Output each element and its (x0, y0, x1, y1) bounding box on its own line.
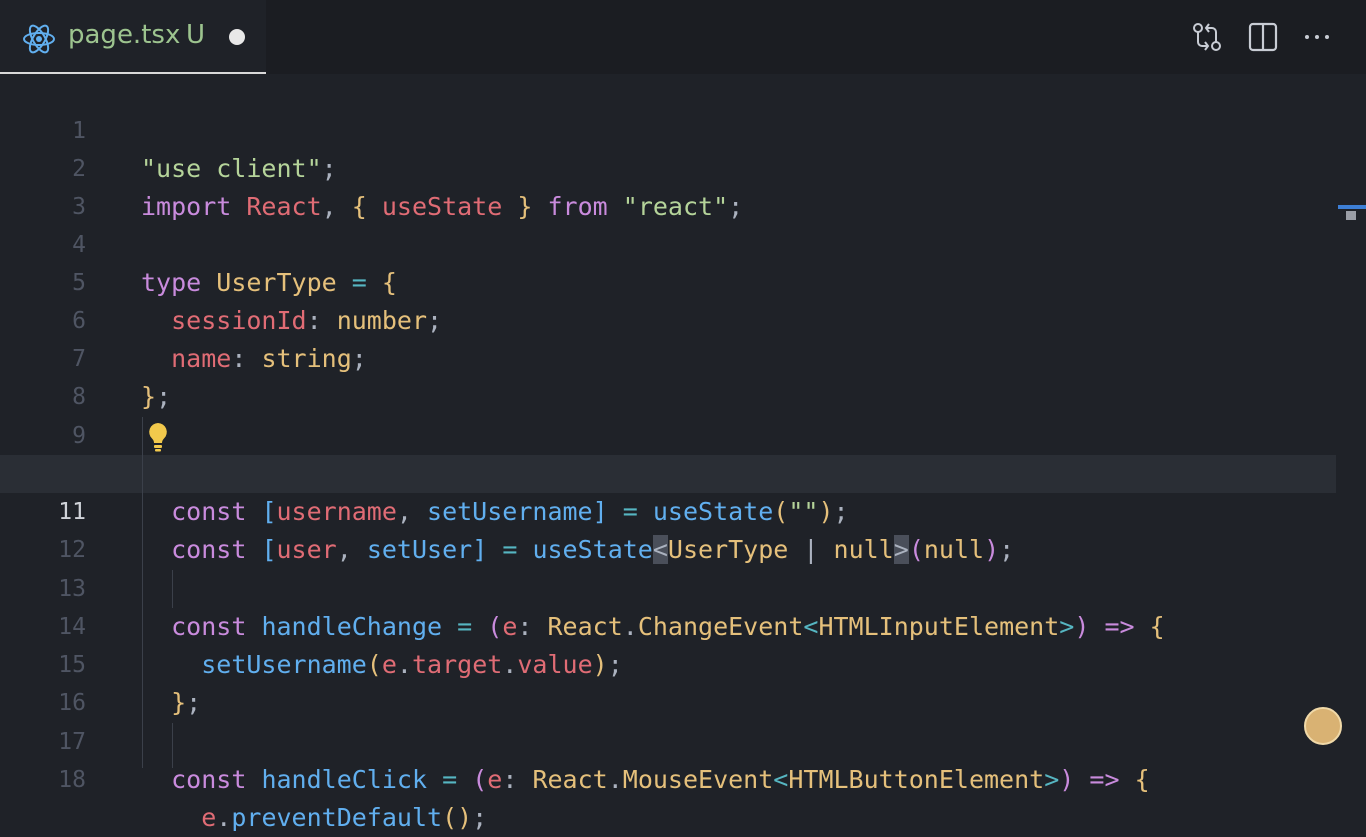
code-line[interactable]: 2 import React, { useState } from "react… (0, 112, 1336, 221)
code-line[interactable]: 16 (0, 646, 1336, 716)
vertical-scrollbar[interactable] (1336, 74, 1366, 768)
indent-guide (172, 723, 173, 768)
code-line[interactable]: 18 e.preventDefault(); (0, 723, 1336, 832)
code-line[interactable]: 17 const handleClick = (e: React.MouseEv… (0, 685, 1336, 794)
code-line[interactable]: 5 sessionId: number; (0, 226, 1336, 335)
code-line[interactable]: 6 name: string; (0, 264, 1336, 373)
line-number: 18 (58, 767, 86, 793)
scrollbar-slider[interactable] (1346, 211, 1356, 220)
code-line[interactable]: 1 "use client"; (0, 74, 1336, 183)
scrollbar-cursor-marker (1338, 205, 1366, 209)
indent-guide (172, 570, 173, 608)
tab-filename: page.tsx (68, 20, 181, 50)
code-line-current[interactable]: 11 const [user, setUser] = useState<User… (0, 455, 1336, 564)
code-text: const handleClick = (e: React.MouseEvent… (171, 765, 1150, 794)
lightbulb-icon[interactable] (146, 420, 170, 454)
more-actions-icon[interactable] (1300, 20, 1334, 54)
editor-tab-bar: page.tsx U (0, 0, 1366, 74)
code-line[interactable]: 8 (0, 340, 1336, 410)
git-status-badge: U (186, 20, 206, 50)
code-line[interactable]: 15 }; (0, 608, 1336, 717)
compare-changes-icon[interactable] (1190, 20, 1224, 54)
code-line[interactable]: 12 (0, 493, 1336, 563)
code-line[interactable]: 7 }; (0, 302, 1336, 411)
tab-page-tsx[interactable]: page.tsx U (0, 0, 266, 74)
code-line[interactable]: 13 const handleChange = (e: React.Change… (0, 532, 1336, 641)
indent-guide (142, 417, 143, 768)
code-line[interactable]: 14 setUsername(e.target.value); (0, 570, 1336, 679)
split-editor-icon[interactable] (1246, 20, 1280, 54)
code-text: e.preventDefault(); (201, 803, 488, 832)
avatar[interactable] (1304, 707, 1342, 745)
code-line[interactable]: 4 type UserType = { (0, 188, 1336, 297)
code-line[interactable]: 10 const [username, setUsername] = useSt… (0, 417, 1336, 526)
code-line[interactable]: 9 const UseStateExample = () => { (0, 379, 1336, 488)
code-line[interactable]: 3 (0, 150, 1336, 220)
react-icon (23, 24, 55, 54)
unsaved-dot-icon[interactable] (229, 29, 245, 45)
